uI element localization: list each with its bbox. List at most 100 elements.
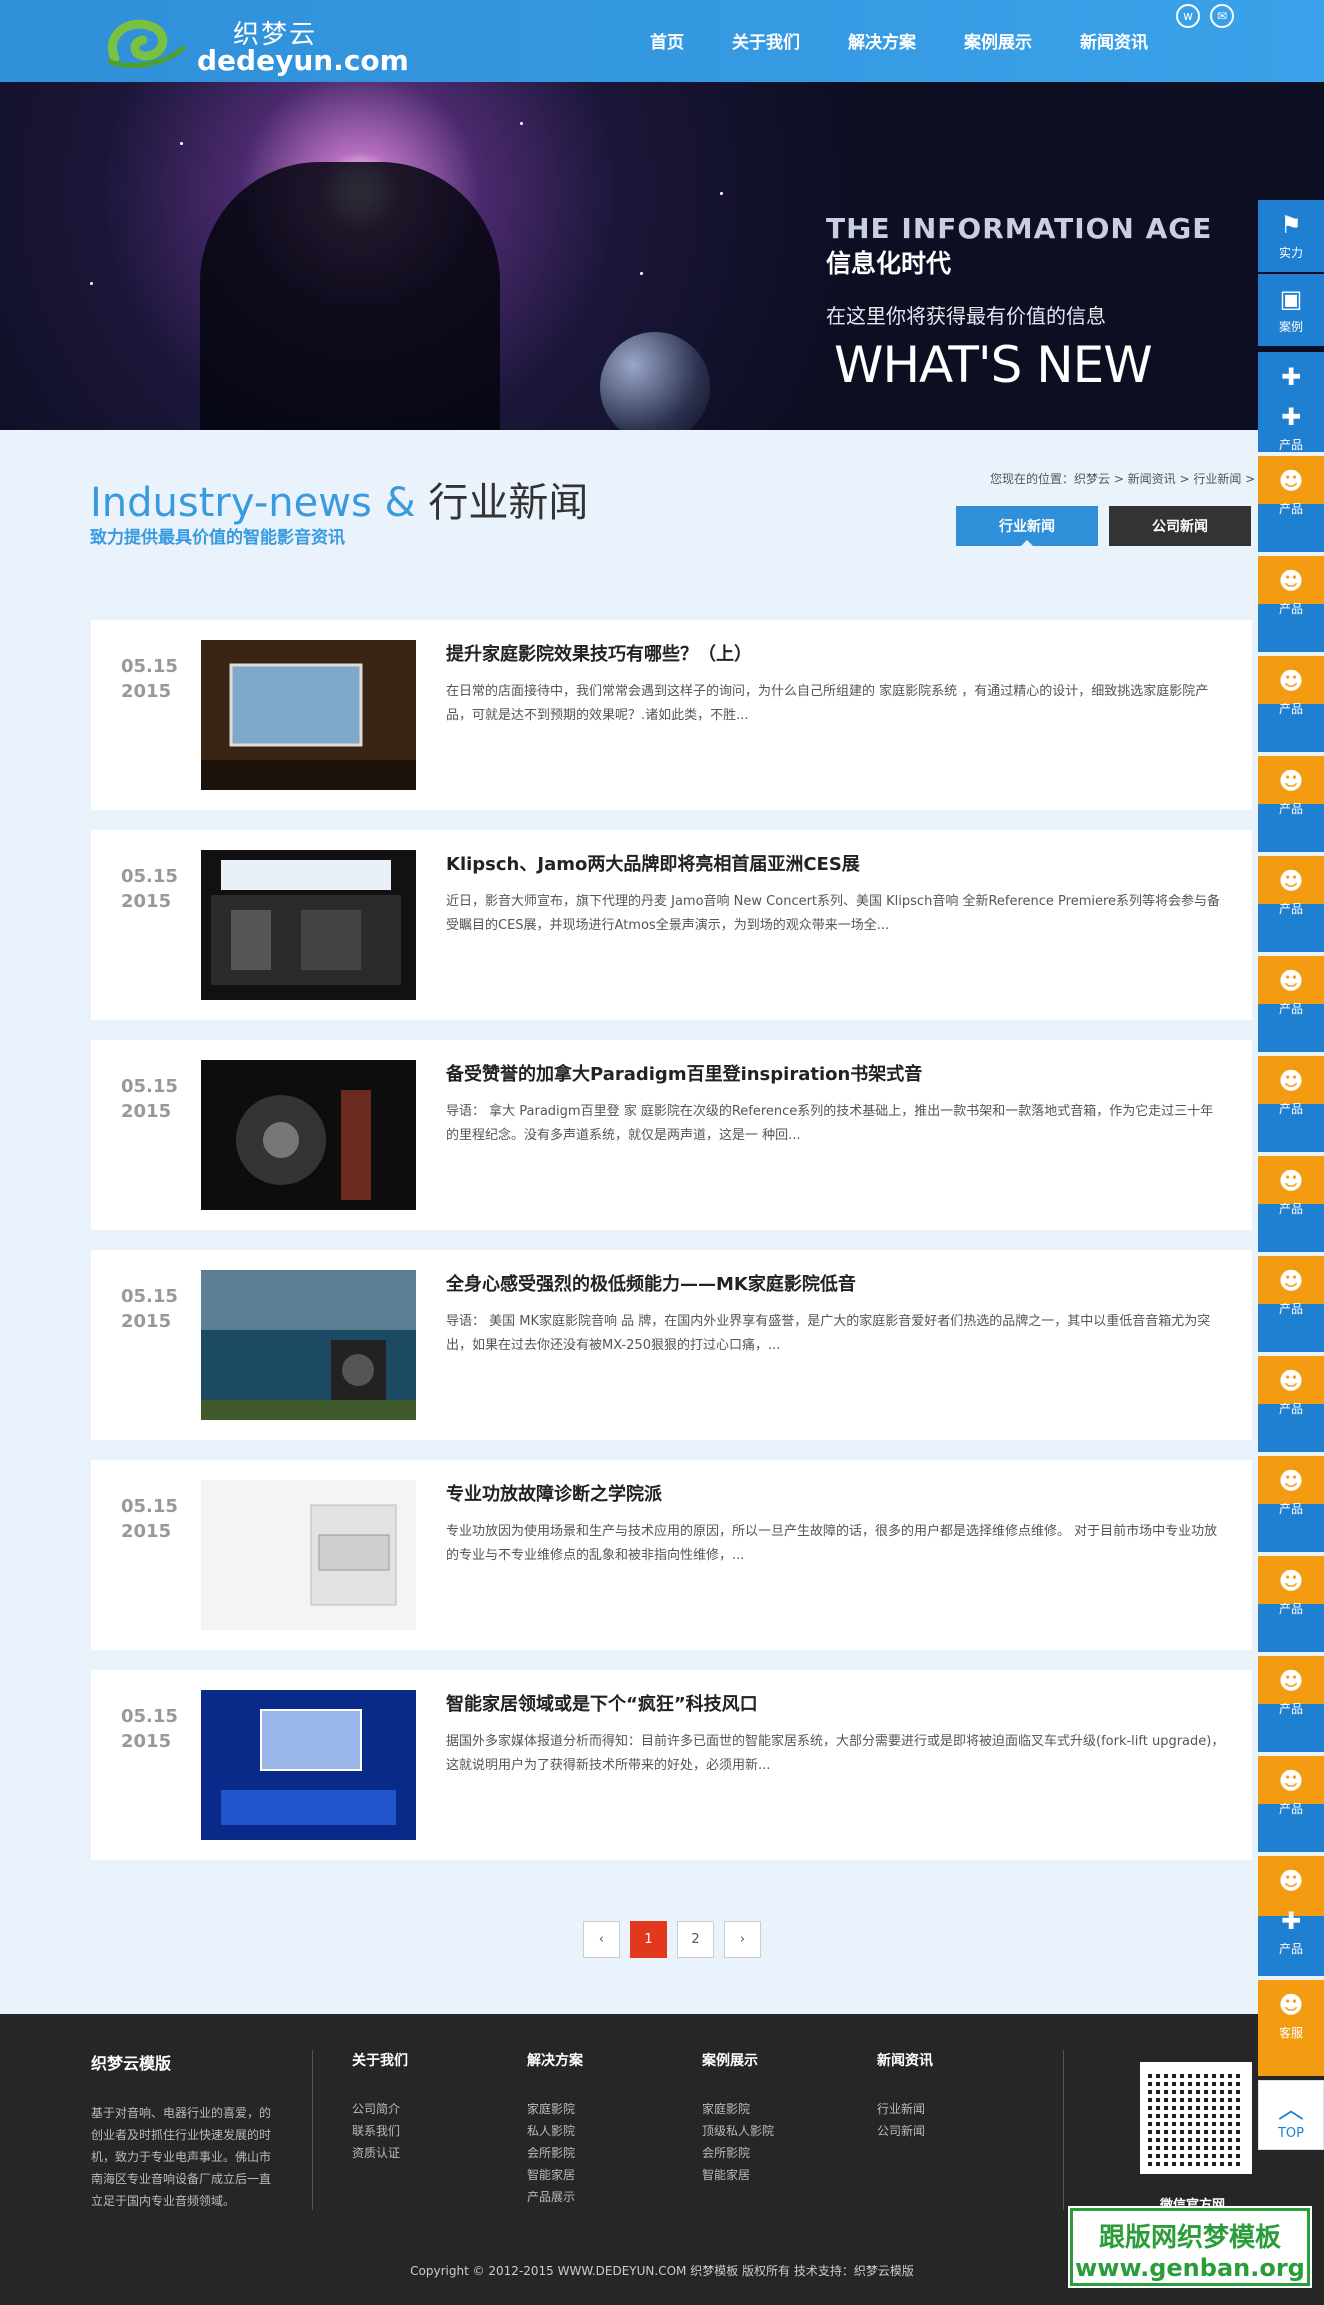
news-title[interactable]: 提升家庭影院效果技巧有哪些？（上） bbox=[446, 640, 752, 666]
chevron-up-icon: ︿ bbox=[1277, 2095, 1304, 2125]
footer-link[interactable]: 公司简介 bbox=[352, 2098, 408, 2120]
puzzle-icon: ✚ bbox=[1280, 363, 1302, 391]
footer-brand: 织梦云模版 bbox=[91, 2054, 172, 2073]
hand-silhouette bbox=[200, 162, 500, 430]
footer-col-news: 新闻资讯 行业新闻 公司新闻 bbox=[877, 2050, 933, 2142]
news-title[interactable]: Klipsch、Jamo两大品牌即将亮相首届亚洲CES展 bbox=[446, 850, 860, 876]
service-icon: ☻ bbox=[1278, 1167, 1304, 1195]
site-logo[interactable]: 织梦云 dedeyun.com bbox=[105, 14, 409, 77]
banner-line-1: THE INFORMATION AGE bbox=[826, 212, 1213, 245]
news-item[interactable]: 05.15 2015 智能家居领域或是下个“疯狂”科技风口 据国外多家媒体报道分析… bbox=[91, 1670, 1252, 1860]
sidebar-item-strength[interactable]: ⚑ 实力 bbox=[1258, 200, 1324, 272]
footer-link[interactable]: 产品展示 bbox=[527, 2186, 583, 2208]
footer-link[interactable]: 智能家居 bbox=[527, 2164, 583, 2186]
service-icon: ☻ bbox=[1278, 1067, 1304, 1095]
nav-cases[interactable]: 案例展示 bbox=[964, 28, 1032, 53]
sidebar-item-product[interactable]: ☻ 产品 bbox=[1258, 456, 1324, 552]
footer-link[interactable]: 会所影院 bbox=[527, 2142, 583, 2164]
pagination: ‹ 1 2 › bbox=[583, 1921, 761, 1958]
news-thumbnail[interactable] bbox=[201, 640, 416, 790]
footer-link[interactable]: 联系我们 bbox=[352, 2120, 408, 2142]
footer-divider bbox=[1063, 2050, 1064, 2210]
main-nav: 首页 关于我们 解决方案 案例展示 新闻资讯 bbox=[650, 28, 1196, 53]
sidebar-item-product[interactable]: ☻ 产品 bbox=[1258, 1456, 1324, 1552]
news-title[interactable]: 智能家居领域或是下个“疯狂”科技风口 bbox=[446, 1690, 758, 1716]
news-thumbnail[interactable] bbox=[201, 1690, 416, 1840]
sidebar-item-product[interactable]: ☻ 产品 bbox=[1258, 556, 1324, 652]
star bbox=[640, 272, 643, 275]
news-date: 05.15 2015 bbox=[121, 866, 178, 912]
sidebar-item-product[interactable]: ☻ 产品 bbox=[1258, 1156, 1324, 1252]
news-desc: 导语： 拿大 Paradigm百里登 家 庭影院在次级的Reference系列的… bbox=[446, 1104, 1214, 1143]
sidebar-item-product[interactable]: ☻ 产品 bbox=[1258, 956, 1324, 1052]
footer-link[interactable]: 顶级私人影院 bbox=[702, 2120, 774, 2142]
banner-line-2: 信息化时代 bbox=[826, 249, 952, 278]
sidebar-item-product[interactable]: ☻ 产品 bbox=[1258, 1556, 1324, 1652]
footer-link[interactable]: 资质认证 bbox=[352, 2142, 408, 2164]
image-icon: ▣ bbox=[1279, 285, 1303, 313]
news-item[interactable]: 05.15 2015 备受赞誉的加拿大Paradigm百里登inspiration… bbox=[91, 1040, 1252, 1230]
footer-col-title: 关于我们 bbox=[352, 2053, 408, 2069]
sidebar-item-cases[interactable]: ▣ 案例 bbox=[1258, 274, 1324, 346]
footer-link[interactable]: 私人影院 bbox=[527, 2120, 583, 2142]
puzzle-icon: ✚ bbox=[1280, 403, 1302, 431]
footer-col-cases: 案例展示 家庭影院 顶级私人影院 会所影院 智能家居 bbox=[702, 2050, 774, 2186]
sidebar-item-product[interactable]: ☻ 产品 bbox=[1258, 656, 1324, 752]
news-thumbnail[interactable] bbox=[201, 1060, 416, 1210]
sidebar-item-product[interactable]: ☻ 产品 bbox=[1258, 1056, 1324, 1152]
watermark-text: 跟版网织梦模板 bbox=[1098, 2223, 1281, 2253]
wechat-qr-code bbox=[1140, 2062, 1252, 2174]
news-date: 05.15 2015 bbox=[121, 1076, 178, 1122]
footer-link[interactable]: 家庭影院 bbox=[527, 2098, 583, 2120]
sidebar-item-product[interactable]: ☻ 产品 bbox=[1258, 756, 1324, 852]
news-thumbnail[interactable] bbox=[201, 850, 416, 1000]
service-icon: ☻ bbox=[1278, 667, 1304, 695]
sidebar-item-product[interactable]: ☻ ✚ 产品 bbox=[1258, 1856, 1324, 1976]
logo-text-en: dedeyun.com bbox=[197, 44, 409, 77]
service-icon: ☻ bbox=[1278, 1267, 1304, 1295]
nav-news[interactable]: 新闻资讯 bbox=[1080, 28, 1148, 53]
news-desc: 近日，影音大师宣布，旗下代理的丹麦 Jamo音响 New Concert系列、美… bbox=[446, 894, 1221, 933]
footer-col-title: 案例展示 bbox=[702, 2053, 758, 2069]
sidebar-item-product[interactable]: ☻ 产品 bbox=[1258, 1756, 1324, 1852]
nav-home[interactable]: 首页 bbox=[650, 28, 684, 53]
social-icons: w ✉ bbox=[1176, 4, 1234, 28]
news-title[interactable]: 全身心感受强烈的极低频能力——MK家庭影院低音 bbox=[446, 1270, 856, 1296]
nav-solutions[interactable]: 解决方案 bbox=[848, 28, 916, 53]
footer-link[interactable]: 会所影院 bbox=[702, 2142, 774, 2164]
next-page-button[interactable]: › bbox=[724, 1921, 761, 1958]
footer-link[interactable]: 公司新闻 bbox=[877, 2120, 933, 2142]
sidebar-item-product[interactable]: ☻ 产品 bbox=[1258, 856, 1324, 952]
news-title[interactable]: 备受赞誉的加拿大Paradigm百里登inspiration书架式音 bbox=[446, 1060, 922, 1086]
breadcrumb[interactable]: 您现在的位置：织梦云 > 新闻资讯 > 行业新闻 > bbox=[990, 470, 1255, 487]
sidebar-item-product[interactable]: ☻ 产品 bbox=[1258, 1256, 1324, 1352]
prev-page-button[interactable]: ‹ bbox=[583, 1921, 620, 1958]
footer-link[interactable]: 家庭影院 bbox=[702, 2098, 774, 2120]
back-to-top-button[interactable]: ︿ TOP bbox=[1258, 2080, 1324, 2150]
footer-link[interactable]: 智能家居 bbox=[702, 2164, 774, 2186]
news-item[interactable]: 05.15 2015 专业功放故障诊断之学院派 专业功放因为使用场景和生产与技术应… bbox=[91, 1460, 1252, 1650]
service-icon: ☻ bbox=[1278, 1991, 1304, 2019]
tab-company-news[interactable]: 公司新闻 bbox=[1109, 506, 1251, 546]
service-icon: ☻ bbox=[1278, 1767, 1304, 1795]
news-thumbnail[interactable] bbox=[201, 1480, 416, 1630]
sidebar-item-service[interactable]: ☻ 客服 bbox=[1258, 1980, 1324, 2076]
news-item[interactable]: 05.15 2015 Klipsch、Jamo两大品牌即将亮相首届亚洲CES展 近… bbox=[91, 830, 1252, 1020]
service-icon: ☻ bbox=[1278, 1567, 1304, 1595]
page-2-button[interactable]: 2 bbox=[677, 1921, 714, 1958]
sidebar-item-product[interactable]: ✚ ✚ 产品 bbox=[1258, 352, 1324, 452]
sidebar-item-product[interactable]: ☻ 产品 bbox=[1258, 1656, 1324, 1752]
news-title[interactable]: 专业功放故障诊断之学院派 bbox=[446, 1480, 662, 1506]
service-icon: ☻ bbox=[1278, 1467, 1304, 1495]
news-thumbnail[interactable] bbox=[201, 1270, 416, 1420]
news-item[interactable]: 05.15 2015 全身心感受强烈的极低频能力——MK家庭影院低音 导语： 美国… bbox=[91, 1250, 1252, 1440]
weibo-icon[interactable]: w bbox=[1176, 4, 1200, 28]
news-item[interactable]: 05.15 2015 提升家庭影院效果技巧有哪些？（上） 在日常的店面接待中，我们… bbox=[91, 620, 1252, 810]
sidebar-item-product[interactable]: ☻ 产品 bbox=[1258, 1356, 1324, 1452]
nav-about[interactable]: 关于我们 bbox=[732, 28, 800, 53]
site-header: 织梦云 dedeyun.com 首页 关于我们 解决方案 案例展示 新闻资讯 w… bbox=[0, 0, 1324, 82]
footer-link[interactable]: 行业新闻 bbox=[877, 2098, 933, 2120]
wechat-icon[interactable]: ✉ bbox=[1210, 4, 1234, 28]
page-1-button[interactable]: 1 bbox=[630, 1921, 667, 1958]
tab-industry-news[interactable]: 行业新闻 bbox=[956, 506, 1098, 547]
